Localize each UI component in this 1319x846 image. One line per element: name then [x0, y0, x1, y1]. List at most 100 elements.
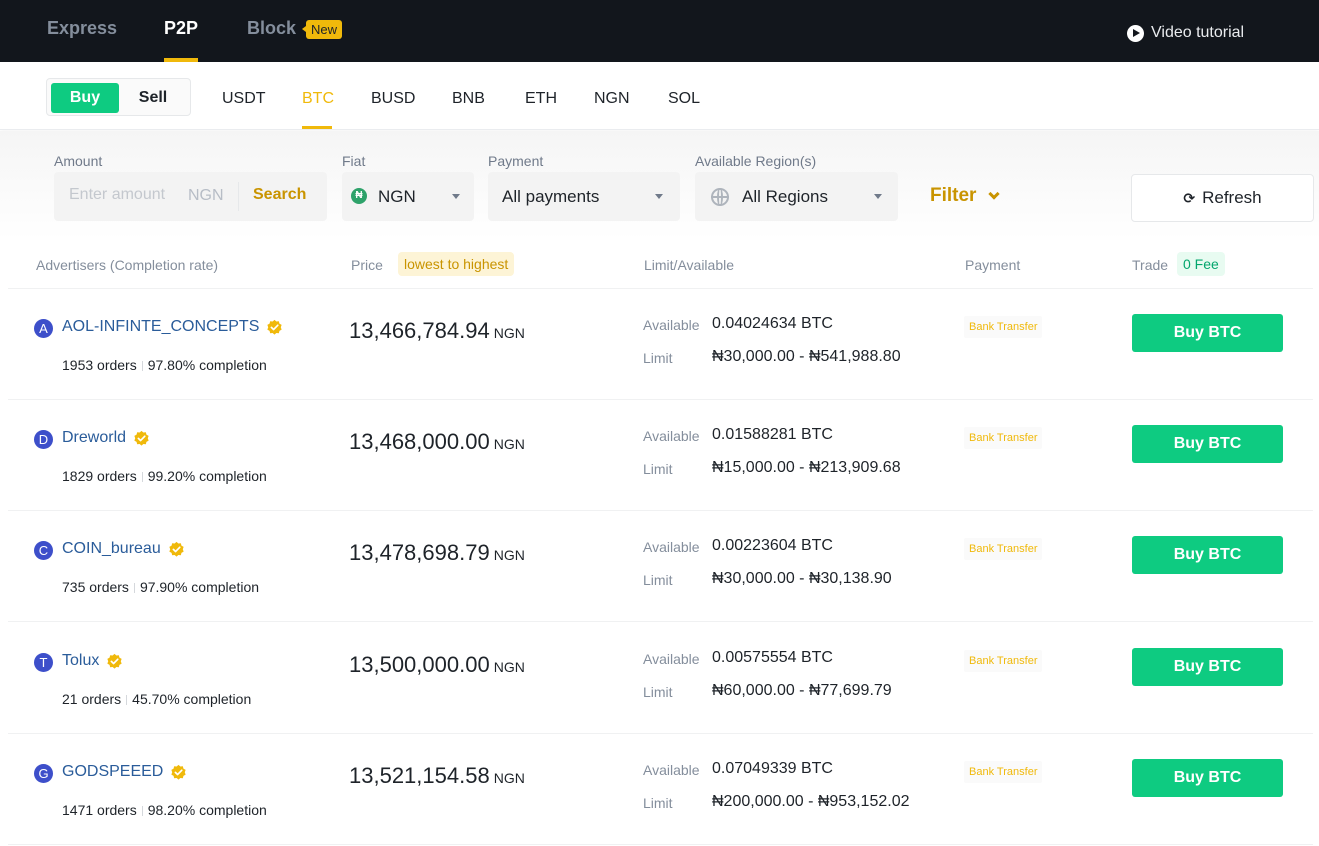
buy-btc-button[interactable]: Buy BTC	[1132, 536, 1283, 574]
completion-rate: 98.20% completion	[147, 802, 267, 818]
sell-toggle-button[interactable]: Sell	[119, 83, 187, 113]
payment-method-tag: Bank Transfer	[964, 538, 1043, 560]
price: 13,468,000.00 NGN	[349, 429, 525, 455]
fiat-value: NGN	[378, 187, 416, 206]
header-payment: Payment	[965, 257, 1021, 273]
price-value: 13,500,000.00	[349, 652, 490, 677]
advertiser-stats: 1471 orders 98.20% completion	[62, 802, 267, 818]
asset-tab-btc[interactable]: BTC	[302, 90, 334, 108]
available-label: Available	[643, 762, 700, 778]
payment-value: All payments	[502, 187, 600, 206]
price-currency: NGN	[493, 659, 525, 675]
payment-method-tag: Bank Transfer	[964, 761, 1043, 783]
chevron-down-icon	[988, 188, 1001, 200]
buy-btc-button[interactable]: Buy BTC	[1132, 314, 1283, 352]
active-asset-indicator	[302, 126, 332, 129]
asset-tab-sol[interactable]: SOL	[668, 90, 700, 108]
price-sort-tag[interactable]: lowest to highest	[398, 252, 515, 276]
order-count: 1953 orders	[62, 357, 137, 373]
limit-value: ₦30,000.00 - ₦541,988.80	[712, 348, 901, 365]
order-count: 735 orders	[62, 579, 129, 595]
advertiser-name-link[interactable]: GODSPEEED	[62, 763, 187, 781]
price: 13,478,698.79 NGN	[349, 540, 525, 566]
asset-tab-ngn[interactable]: NGN	[594, 90, 630, 108]
table-row: A AOL-INFINTE_CONCEPTS 1953 orders 97.80%…	[8, 289, 1313, 400]
asset-tab-eth[interactable]: ETH	[525, 90, 557, 108]
region-value: All Regions	[742, 187, 828, 206]
advertiser-name: GODSPEEED	[62, 763, 164, 780]
filter-button[interactable]: Filter	[930, 185, 1001, 207]
payment-method-tag: Bank Transfer	[964, 316, 1043, 338]
payment-label: Payment	[488, 153, 544, 169]
avatar: A	[34, 319, 53, 338]
advertiser-name-link[interactable]: Dreworld	[62, 429, 150, 447]
limit-value: ₦15,000.00 - ₦213,909.68	[712, 459, 901, 476]
verified-badge-icon	[134, 430, 149, 446]
buy-btc-button[interactable]: Buy BTC	[1132, 425, 1283, 463]
asset-tab-bnb[interactable]: BNB	[452, 90, 485, 108]
advertiser-stats: 1953 orders 97.80% completion	[62, 357, 267, 373]
limit-label: Limit	[643, 461, 673, 477]
header-limit-available: Limit/Available	[644, 257, 735, 273]
advertiser-name-link[interactable]: Tolux	[62, 652, 123, 670]
advertiser-name: COIN_bureau	[62, 540, 161, 557]
divider	[133, 583, 135, 594]
video-tutorial-label: Video tutorial	[1151, 24, 1245, 41]
header-price: Price	[351, 257, 383, 273]
search-button[interactable]: Search	[253, 186, 306, 204]
fiat-select[interactable]: ₦ NGN	[342, 172, 474, 221]
order-count: 21 orders	[62, 691, 122, 707]
price-currency: NGN	[493, 547, 525, 563]
amount-input[interactable]	[69, 186, 169, 204]
buy-btc-button[interactable]: Buy BTC	[1132, 648, 1283, 686]
video-tutorial-link[interactable]: Video tutorial	[1127, 24, 1244, 42]
zero-fee-badge: 0 Fee	[1177, 252, 1225, 276]
payment-method-tag: Bank Transfer	[964, 650, 1043, 672]
limit-label: Limit	[643, 795, 673, 811]
available-value: 0.00223604 BTC	[712, 537, 833, 554]
completion-rate: 99.20% completion	[147, 468, 267, 484]
caret-down-icon	[655, 194, 663, 199]
refresh-icon: ⟳	[1183, 189, 1196, 206]
price-currency: NGN	[493, 325, 525, 341]
avatar: G	[34, 764, 53, 783]
tab-express[interactable]: Express	[47, 18, 117, 39]
table-row: C COIN_bureau 735 orders 97.90% completio…	[8, 511, 1313, 622]
order-count: 1829 orders	[62, 468, 137, 484]
advertiser-stats: 1829 orders 99.20% completion	[62, 468, 267, 484]
asset-tab-usdt[interactable]: USDT	[222, 90, 266, 108]
table-row: T Tolux 21 orders 45.70% completion 13,50…	[8, 623, 1313, 734]
avatar: D	[34, 430, 53, 449]
verified-badge-icon	[171, 764, 186, 780]
amount-label: Amount	[54, 153, 103, 169]
refresh-button[interactable]: ⟳ Refresh	[1131, 174, 1314, 222]
price-currency: NGN	[493, 770, 525, 786]
buy-btc-button[interactable]: Buy BTC	[1132, 759, 1283, 797]
advertiser-name: AOL-INFINTE_CONCEPTS	[62, 318, 260, 335]
verified-badge-icon	[107, 653, 122, 669]
buy-toggle-button[interactable]: Buy	[51, 83, 119, 113]
advertiser-name-link[interactable]: COIN_bureau	[62, 540, 185, 558]
price: 13,500,000.00 NGN	[349, 652, 525, 678]
price-value: 13,478,698.79	[349, 540, 490, 565]
table-header: Advertisers (Completion rate) Price lowe…	[8, 248, 1313, 289]
available-label: Available	[643, 539, 700, 555]
payment-select[interactable]: All payments	[488, 172, 680, 221]
divider	[141, 472, 143, 483]
advertiser-name-link[interactable]: AOL-INFINTE_CONCEPTS	[62, 318, 283, 336]
fiat-label: Fiat	[342, 153, 366, 169]
buy-sell-toggle: Buy Sell	[46, 78, 191, 116]
tab-p2p[interactable]: P2P	[164, 18, 198, 39]
table-row: D Dreworld 1829 orders 99.20% completion …	[8, 400, 1313, 511]
limit-value: ₦30,000.00 - ₦30,138.90	[712, 570, 892, 587]
globe-icon	[711, 188, 729, 206]
region-select[interactable]: All Regions	[695, 172, 898, 221]
table-row: G GODSPEEED 1471 orders 98.20% completion…	[8, 734, 1313, 845]
asset-tab-busd[interactable]: BUSD	[371, 90, 415, 108]
tab-block[interactable]: Block	[247, 18, 296, 39]
payment-method-tag: Bank Transfer	[964, 427, 1043, 449]
naira-icon: ₦	[351, 188, 367, 204]
new-badge: New	[301, 20, 343, 39]
price-value: 13,521,154.58	[349, 763, 490, 788]
verified-badge-icon	[169, 541, 184, 557]
